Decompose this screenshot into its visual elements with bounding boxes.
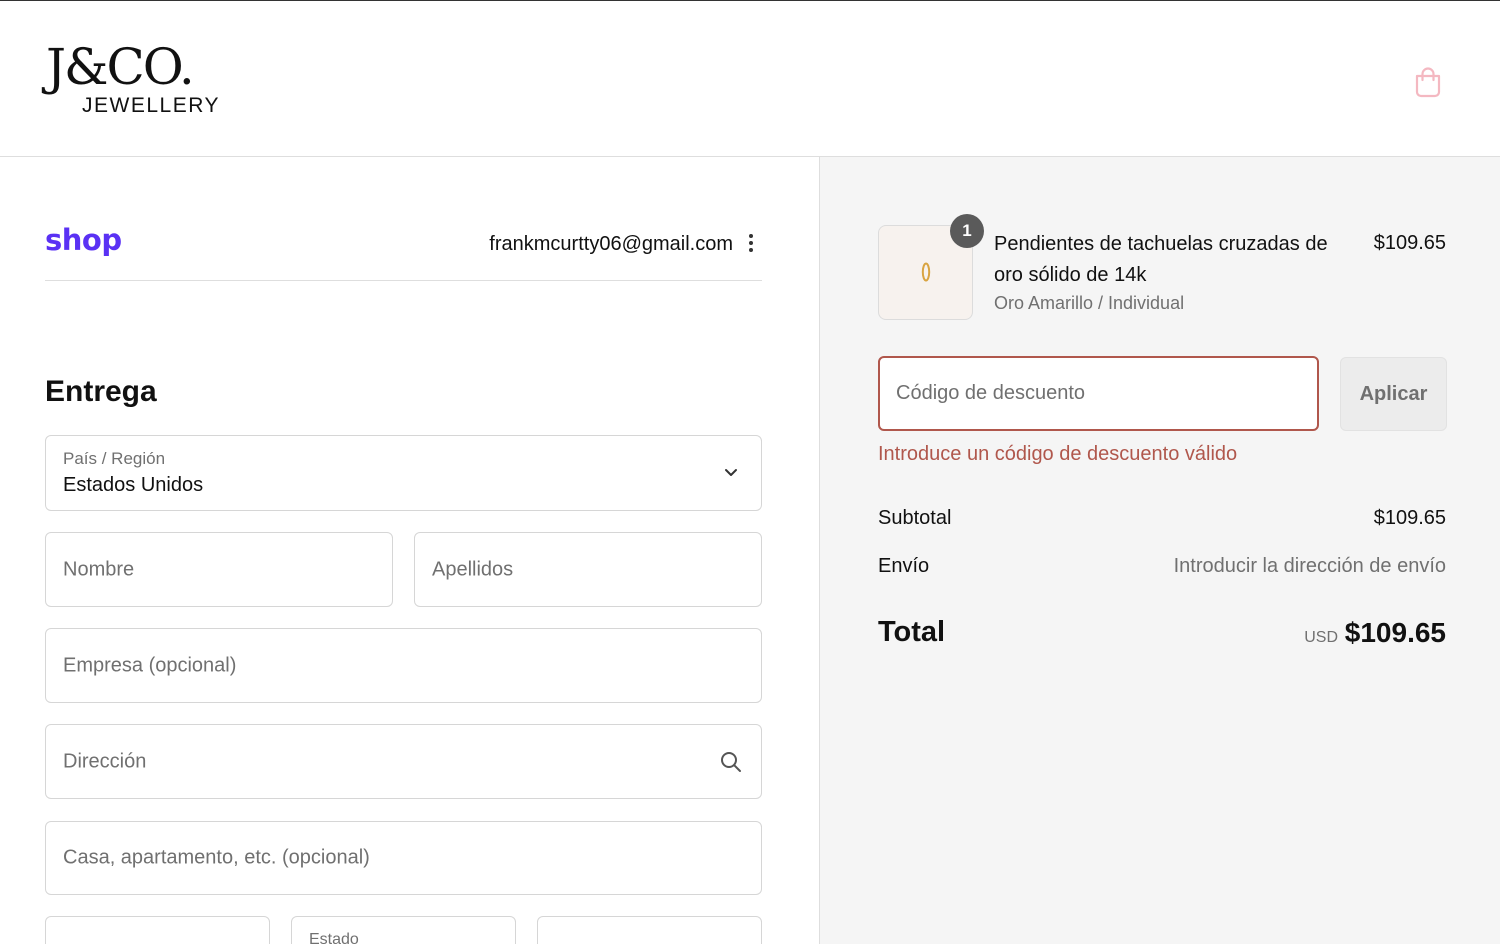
first-name-placeholder: Nombre [63,558,135,580]
product-name: Pendientes de tachuelas cruzadas de oro … [994,233,1328,286]
state-label: Estado [309,931,359,944]
postal-code-field[interactable] [537,916,762,944]
product-variant: Oro Amarillo / Individual [994,293,1185,313]
apartment-field[interactable]: Casa, apartamento, etc. (opcional) [45,821,762,895]
first-name-field[interactable]: Nombre [45,532,393,607]
total-value: $109.65 [1344,617,1446,648]
company-placeholder: Empresa (opcional) [63,654,237,676]
country-value: Estados Unidos [63,474,204,496]
shop-pay-logo[interactable]: shop [45,223,122,257]
apply-discount-button[interactable]: Aplicar [1340,357,1447,431]
search-icon [721,752,741,772]
address-field[interactable]: Dirección [45,724,762,799]
subtotal-label: Subtotal [878,507,952,529]
country-select[interactable]: País / Región Estados Unidos [45,435,762,511]
shopping-bag-icon [1415,67,1441,98]
discount-code-input[interactable] [880,358,1317,429]
shop-pay-account-row: shop frankmcurtty06@gmail.com [45,217,762,281]
header: J&CO. JEWELLERY [0,2,1500,157]
city-field[interactable] [45,916,270,944]
delivery-heading: Entrega [45,375,157,408]
apartment-placeholder: Casa, apartamento, etc. (opcional) [63,846,370,869]
total-label: Total [878,616,946,648]
order-summary-column: 1 Pendientes de tachuelas cruzadas de or… [819,157,1500,944]
store-logo[interactable]: J&CO. JEWELLERY [46,40,236,120]
quantity-badge: 1 [950,214,984,248]
shipping-value: Introducir la dirección de envío [1173,555,1446,577]
last-name-field[interactable]: Apellidos [414,532,762,607]
discount-error-message: Introduce un código de descuento válido [878,443,1238,465]
last-name-placeholder: Apellidos [432,558,514,580]
company-field[interactable]: Empresa (opcional) [45,628,762,703]
discount-code-field[interactable] [878,356,1319,431]
country-label: País / Región [63,449,166,468]
chevron-down-icon [725,469,737,476]
address-placeholder: Dirección [63,750,147,772]
shipping-label: Envío [878,555,930,577]
logo-main-text: J&CO. [46,38,195,96]
cart-button[interactable] [1410,64,1446,100]
account-email: frankmcurtty06@gmail.com [489,233,733,255]
product-price: $109.65 [1373,232,1446,254]
logo-sub-text: JEWELLERY [82,94,220,117]
kebab-menu-icon[interactable] [744,231,758,257]
currency-code: USD [1304,629,1338,646]
checkout-form-column: shop frankmcurtty06@gmail.com Entrega Pa… [0,157,819,944]
state-select[interactable]: Estado [291,916,516,944]
subtotal-value: $109.65 [1373,507,1446,529]
